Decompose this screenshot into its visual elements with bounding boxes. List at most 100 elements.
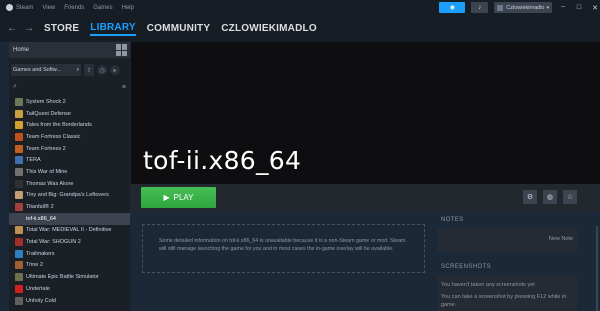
screenshots-panel: You haven't taken any screenshots yet Yo… xyxy=(437,275,577,311)
game-icon xyxy=(15,273,23,282)
game-list-item[interactable]: Titanfall® 2 xyxy=(9,201,130,213)
game-list-item[interactable]: System Shock 2 xyxy=(9,96,130,108)
controller-icon: ◍ xyxy=(546,194,554,201)
game-icon xyxy=(15,214,23,223)
game-name: Team Fortress Classic xyxy=(26,133,81,140)
scrollbar[interactable] xyxy=(596,226,598,311)
game-list-item[interactable]: Undertale xyxy=(9,283,130,295)
game-name: Thomas Was Alone xyxy=(26,180,74,187)
gear-icon: ⚙ xyxy=(526,194,534,201)
forward-arrow-icon[interactable]: → xyxy=(24,23,34,34)
sort-up-icon[interactable]: ⇧ xyxy=(84,64,94,76)
broadcast-icon: ◉ xyxy=(449,5,455,11)
filter-row: Games and Softw... ▾ ⇧ ◷ ▸ xyxy=(9,63,130,77)
play-label: PLAY xyxy=(173,193,194,202)
grid-view-icon[interactable] xyxy=(116,44,128,56)
game-name: Total War: MEDIEVAL II - Definitive xyxy=(26,227,112,234)
game-name: Tiny and Big: Grandpa's Leftovers xyxy=(26,192,109,199)
game-list-item[interactable]: Ultimate Epic Battle Simulator xyxy=(9,271,130,283)
hero-banner: tof-ii.x86_64 xyxy=(131,42,600,184)
controller-button[interactable]: ◍ xyxy=(543,190,557,204)
tab-community[interactable]: COMMUNITY xyxy=(147,23,210,34)
game-list-item[interactable]: Total War: SHOGUN 2 xyxy=(9,236,130,248)
game-icon xyxy=(15,121,23,130)
game-icon xyxy=(15,226,23,235)
search-icon[interactable]: ⌕ xyxy=(13,83,17,91)
favorite-button[interactable]: ☆ xyxy=(563,190,577,204)
chevron-down-icon: ▾ xyxy=(546,4,549,11)
game-name: Ultimate Epic Battle Simulator xyxy=(26,274,99,281)
star-icon: ☆ xyxy=(566,194,574,201)
library-sidebar: Home Games and Softw... ▾ ⇧ ◷ ▸ ⌕ ≡ Syst… xyxy=(9,42,130,311)
game-name: Team Fortress 2 xyxy=(26,145,66,152)
game-list-item[interactable]: Thomas Was Alone xyxy=(9,178,130,190)
steam-logo-icon xyxy=(6,4,13,11)
game-icon xyxy=(15,144,23,153)
game-name: tof-ii.x86_64 xyxy=(26,215,56,222)
menu-view[interactable]: View xyxy=(42,5,55,11)
game-title: tof-ii.x86_64 xyxy=(143,146,302,175)
account-menu[interactable]: Czlowiekimadlo ▾ xyxy=(494,2,552,13)
game-list-item[interactable]: Tiny and Big: Grandpa's Leftovers xyxy=(9,190,130,202)
action-bar: ▶ PLAY ⚙ ◍ ☆ xyxy=(131,184,600,212)
new-note-button[interactable]: New Note xyxy=(549,236,573,242)
menu-friends[interactable]: Friends xyxy=(64,5,84,11)
play-button[interactable]: ▶ PLAY xyxy=(141,187,216,208)
minimize-button[interactable]: − xyxy=(558,4,568,11)
home-label: Home xyxy=(13,47,30,53)
game-icon xyxy=(15,132,23,141)
screenshots-empty-text: You haven't taken any screenshots yet xyxy=(441,282,535,288)
game-name: Trine 2 xyxy=(26,262,43,269)
game-list-item[interactable]: Total War: MEDIEVAL II - Definitive xyxy=(9,225,130,237)
menu-help[interactable]: Help xyxy=(122,5,134,11)
game-icon xyxy=(15,203,23,212)
nav-bar: ← → STORE LIBRARY COMMUNITY CZLOWIEKIMAD… xyxy=(0,15,600,42)
play-icon: ▶ xyxy=(163,193,170,202)
close-button[interactable]: ✕ xyxy=(590,4,600,12)
game-name: TERA xyxy=(26,157,41,164)
game-icon xyxy=(15,284,23,293)
settings-button[interactable]: ⚙ xyxy=(523,190,537,204)
game-list: System Shock 2 TailQuest Defense Tales fro… xyxy=(9,96,130,306)
game-icon xyxy=(15,238,23,247)
bell-icon: ♪ xyxy=(478,4,482,11)
menu-games[interactable]: Games xyxy=(93,5,112,11)
game-list-item[interactable]: This War of Mine xyxy=(9,166,130,178)
game-list-item[interactable]: Trailmakers xyxy=(9,248,130,260)
screenshots-hint-text: You can take a screenshot by pressing F1… xyxy=(441,294,567,308)
non-steam-info: Some detailed information on tof-ii.x86_… xyxy=(142,224,425,273)
game-list-item[interactable]: tof-ii.x86_64 xyxy=(9,212,130,225)
back-arrow-icon[interactable]: ← xyxy=(7,23,17,34)
notifications-button[interactable]: ♪ xyxy=(471,2,489,13)
tab-profile[interactable]: CZLOWIEKIMADLO xyxy=(221,23,317,34)
tab-store[interactable]: STORE xyxy=(44,23,79,34)
game-list-item[interactable]: TailQuest Defense xyxy=(9,108,130,120)
game-name: Total War: SHOGUN 2 xyxy=(26,239,81,246)
game-list-item[interactable]: Unholy Cold xyxy=(9,295,130,307)
collection-filter-label: Games and Softw... xyxy=(13,67,61,73)
notes-panel: New Note xyxy=(437,228,577,252)
maximize-button[interactable]: □ xyxy=(574,4,584,11)
menu-steam[interactable]: Steam xyxy=(16,5,33,11)
avatar xyxy=(497,4,504,11)
game-icon xyxy=(15,167,23,176)
recent-clock-icon[interactable]: ◷ xyxy=(97,65,107,75)
game-list-item[interactable]: Tales from the Borderlands xyxy=(9,119,130,131)
home-button[interactable]: Home xyxy=(9,42,130,58)
broadcast-button[interactable]: ◉ xyxy=(439,2,466,13)
game-icon xyxy=(15,97,23,106)
game-list-item[interactable]: Team Fortress 2 xyxy=(9,143,130,155)
game-list-item[interactable]: TERA xyxy=(9,154,130,166)
game-name: Unholy Cold xyxy=(26,297,56,304)
game-name: This War of Mine xyxy=(26,168,68,175)
game-list-item[interactable]: Team Fortress Classic xyxy=(9,131,130,143)
game-icon xyxy=(15,249,23,258)
game-page: tof-ii.x86_64 ▶ PLAY ⚙ ◍ ☆ Some detailed… xyxy=(131,42,600,311)
filter-lines-icon[interactable]: ≡ xyxy=(122,84,126,91)
menu-bar: Steam View Friends Games Help ◉ ♪ Czlowi… xyxy=(0,0,600,15)
search-row: ⌕ ≡ xyxy=(9,80,130,94)
play-filter-icon[interactable]: ▸ xyxy=(110,65,120,75)
tab-library[interactable]: LIBRARY xyxy=(90,22,136,36)
game-list-item[interactable]: Trine 2 xyxy=(9,260,130,272)
collection-filter-select[interactable]: Games and Softw... ▾ xyxy=(11,64,81,76)
